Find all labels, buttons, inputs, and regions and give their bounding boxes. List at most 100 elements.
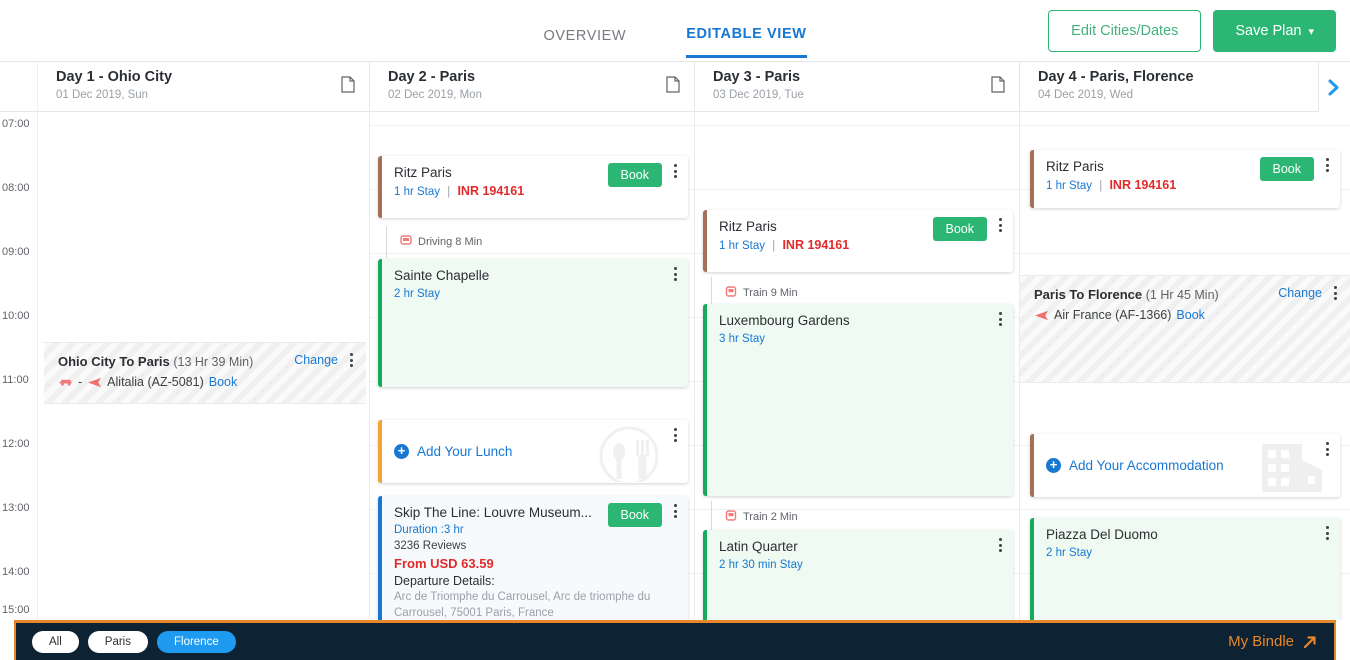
change-link[interactable]: Change bbox=[1278, 286, 1322, 300]
book-button[interactable]: Book bbox=[608, 503, 663, 527]
day-header-1[interactable]: Day 1 - Ohio City 01 Dec 2019, Sun bbox=[38, 62, 370, 112]
save-plan-label: Save Plan bbox=[1235, 23, 1301, 39]
day-title: Day 2 - Paris bbox=[388, 68, 682, 87]
cutlery-icon bbox=[592, 426, 666, 483]
next-days-button[interactable] bbox=[1318, 62, 1350, 112]
add-lunch-label: Add Your Lunch bbox=[417, 444, 512, 459]
more-options-icon[interactable] bbox=[668, 267, 682, 281]
day-header-4[interactable]: Day 4 - Paris, Florence 04 Dec 2019, Wed bbox=[1020, 62, 1318, 112]
hotel-card-day2[interactable]: Ritz Paris 1 hr Stay | INR 194161 Book bbox=[378, 156, 688, 218]
transfer-duration: (13 Hr 39 Min) bbox=[173, 355, 253, 369]
tab-overview[interactable]: OVERVIEW bbox=[543, 26, 626, 58]
attraction-stay: 2 hr Stay bbox=[1046, 545, 1328, 562]
time-label: 07:00 bbox=[2, 118, 38, 130]
hotel-price: INR 194161 bbox=[1109, 178, 1176, 192]
time-label: 11:00 bbox=[2, 374, 38, 386]
edit-cities-dates-button[interactable]: Edit Cities/Dates bbox=[1048, 10, 1201, 52]
day-title: Day 1 - Ohio City bbox=[56, 68, 357, 87]
day-title: Day 3 - Paris bbox=[713, 68, 1007, 87]
attraction-stay: 2 hr 30 min Stay bbox=[719, 557, 1001, 574]
transfer-block-day1[interactable]: Ohio City To Paris (13 Hr 39 Min) - Alit… bbox=[44, 342, 366, 404]
change-link[interactable]: Change bbox=[294, 353, 338, 367]
attraction-card-day3-2[interactable]: Latin Quarter 2 hr 30 min Stay bbox=[703, 530, 1013, 620]
more-options-icon[interactable] bbox=[344, 353, 358, 367]
day-header-3[interactable]: Day 3 - Paris 03 Dec 2019, Tue bbox=[695, 62, 1020, 112]
activity-price: From USD 63.59 bbox=[394, 554, 676, 573]
transit-row-day3-2: Train 2 Min bbox=[725, 510, 798, 523]
train-icon bbox=[725, 510, 737, 523]
attraction-stay: 3 hr Stay bbox=[719, 331, 1001, 348]
transfer-duration: (1 Hr 45 Min) bbox=[1146, 288, 1219, 302]
hotel-price: INR 194161 bbox=[782, 238, 849, 252]
time-label: 09:00 bbox=[2, 246, 38, 258]
transfer-route-label: Ohio City To Paris bbox=[58, 354, 170, 369]
more-options-icon[interactable] bbox=[1320, 442, 1334, 456]
train-icon bbox=[725, 286, 737, 299]
car-icon bbox=[400, 235, 412, 248]
filter-pill-all[interactable]: All bbox=[32, 631, 79, 653]
transit-label: Train 9 Min bbox=[743, 287, 798, 299]
more-options-icon[interactable] bbox=[668, 164, 682, 178]
document-icon[interactable] bbox=[666, 76, 680, 98]
top-navigation-bar: OVERVIEW EDITABLE VIEW Edit Cities/Dates… bbox=[0, 0, 1350, 62]
time-label: 10:00 bbox=[2, 310, 38, 322]
filter-pill-paris[interactable]: Paris bbox=[88, 631, 148, 653]
book-link[interactable]: Book bbox=[1176, 305, 1205, 325]
departure-details-label: Departure Details: bbox=[394, 573, 676, 589]
bottom-filter-bar: All Paris Florence My Bindle bbox=[14, 620, 1336, 660]
book-button[interactable]: Book bbox=[933, 217, 988, 241]
more-options-icon[interactable] bbox=[1328, 286, 1342, 300]
attraction-name: Piazza Del Duomo bbox=[1046, 526, 1328, 544]
add-accommodation-label: Add Your Accommodation bbox=[1069, 458, 1224, 473]
add-accommodation-card-day4[interactable]: + Add Your Accommodation bbox=[1030, 434, 1340, 497]
more-options-icon[interactable] bbox=[1320, 158, 1334, 172]
hotel-card-day4[interactable]: Ritz Paris 1 hr Stay | INR 194161 Book bbox=[1030, 150, 1340, 208]
activity-card-day2[interactable]: Skip The Line: Louvre Museum... Duration… bbox=[378, 496, 688, 620]
transfer-carrier: Air France (AF-1366) bbox=[1054, 305, 1171, 325]
transit-row-day2: Driving 8 Min bbox=[400, 235, 482, 248]
day-title: Day 4 - Paris, Florence bbox=[1038, 68, 1306, 87]
transit-label: Driving 8 Min bbox=[418, 236, 482, 248]
transfer-carrier: Alitalia (AZ-5081) bbox=[107, 372, 204, 392]
attraction-card-day3-1[interactable]: Luxembourg Gardens 3 hr Stay bbox=[703, 304, 1013, 496]
departure-address: Arc de Triomphe du Carrousel, Arc de tri… bbox=[394, 589, 676, 620]
more-options-icon[interactable] bbox=[993, 218, 1007, 232]
attraction-card-day2[interactable]: Sainte Chapelle 2 hr Stay bbox=[378, 259, 688, 387]
transfer-separator: - bbox=[78, 372, 82, 392]
add-lunch-label-row[interactable]: + Add Your Lunch bbox=[394, 444, 512, 459]
building-icon bbox=[1260, 438, 1324, 497]
document-icon[interactable] bbox=[991, 76, 1005, 98]
plus-icon: + bbox=[394, 444, 409, 459]
book-button[interactable]: Book bbox=[608, 163, 663, 187]
my-bindle-button[interactable]: My Bindle bbox=[1228, 633, 1318, 650]
hotel-stay: 1 hr Stay bbox=[394, 186, 440, 198]
more-options-icon[interactable] bbox=[993, 312, 1007, 326]
save-plan-button[interactable]: Save Plan ▾ bbox=[1213, 10, 1336, 52]
add-lunch-card-day2[interactable]: + Add Your Lunch bbox=[378, 420, 688, 483]
transfer-route-label: Paris To Florence bbox=[1034, 287, 1142, 302]
attraction-name: Sainte Chapelle bbox=[394, 267, 676, 285]
chevron-right-icon bbox=[1327, 78, 1342, 97]
book-button[interactable]: Book bbox=[1260, 157, 1315, 181]
separator: | bbox=[772, 240, 775, 252]
book-link[interactable]: Book bbox=[209, 372, 238, 392]
time-label: 14:00 bbox=[2, 566, 38, 578]
hotel-card-day3[interactable]: Ritz Paris 1 hr Stay | INR 194161 Book bbox=[703, 210, 1013, 272]
separator: | bbox=[1099, 180, 1102, 192]
transfer-block-day4[interactable]: Paris To Florence (1 Hr 45 Min) Air Fran… bbox=[1020, 275, 1350, 383]
tab-editable-view[interactable]: EDITABLE VIEW bbox=[686, 26, 806, 58]
attraction-card-day4[interactable]: Piazza Del Duomo 2 hr Stay bbox=[1030, 518, 1340, 620]
filter-pill-florence[interactable]: Florence bbox=[157, 631, 236, 653]
chevron-down-icon: ▾ bbox=[1308, 25, 1314, 38]
document-icon[interactable] bbox=[341, 76, 355, 98]
day-date: 03 Dec 2019, Tue bbox=[713, 87, 1007, 103]
more-options-icon[interactable] bbox=[668, 428, 682, 442]
day-header-2[interactable]: Day 2 - Paris 02 Dec 2019, Mon bbox=[370, 62, 695, 112]
more-options-icon[interactable] bbox=[1320, 526, 1334, 540]
day-date: 01 Dec 2019, Sun bbox=[56, 87, 357, 103]
transit-row-day3-1: Train 9 Min bbox=[725, 286, 798, 299]
more-options-icon[interactable] bbox=[993, 538, 1007, 552]
more-options-icon[interactable] bbox=[668, 504, 682, 518]
add-accommodation-label-row[interactable]: + Add Your Accommodation bbox=[1046, 458, 1224, 473]
plane-icon bbox=[1034, 309, 1049, 322]
